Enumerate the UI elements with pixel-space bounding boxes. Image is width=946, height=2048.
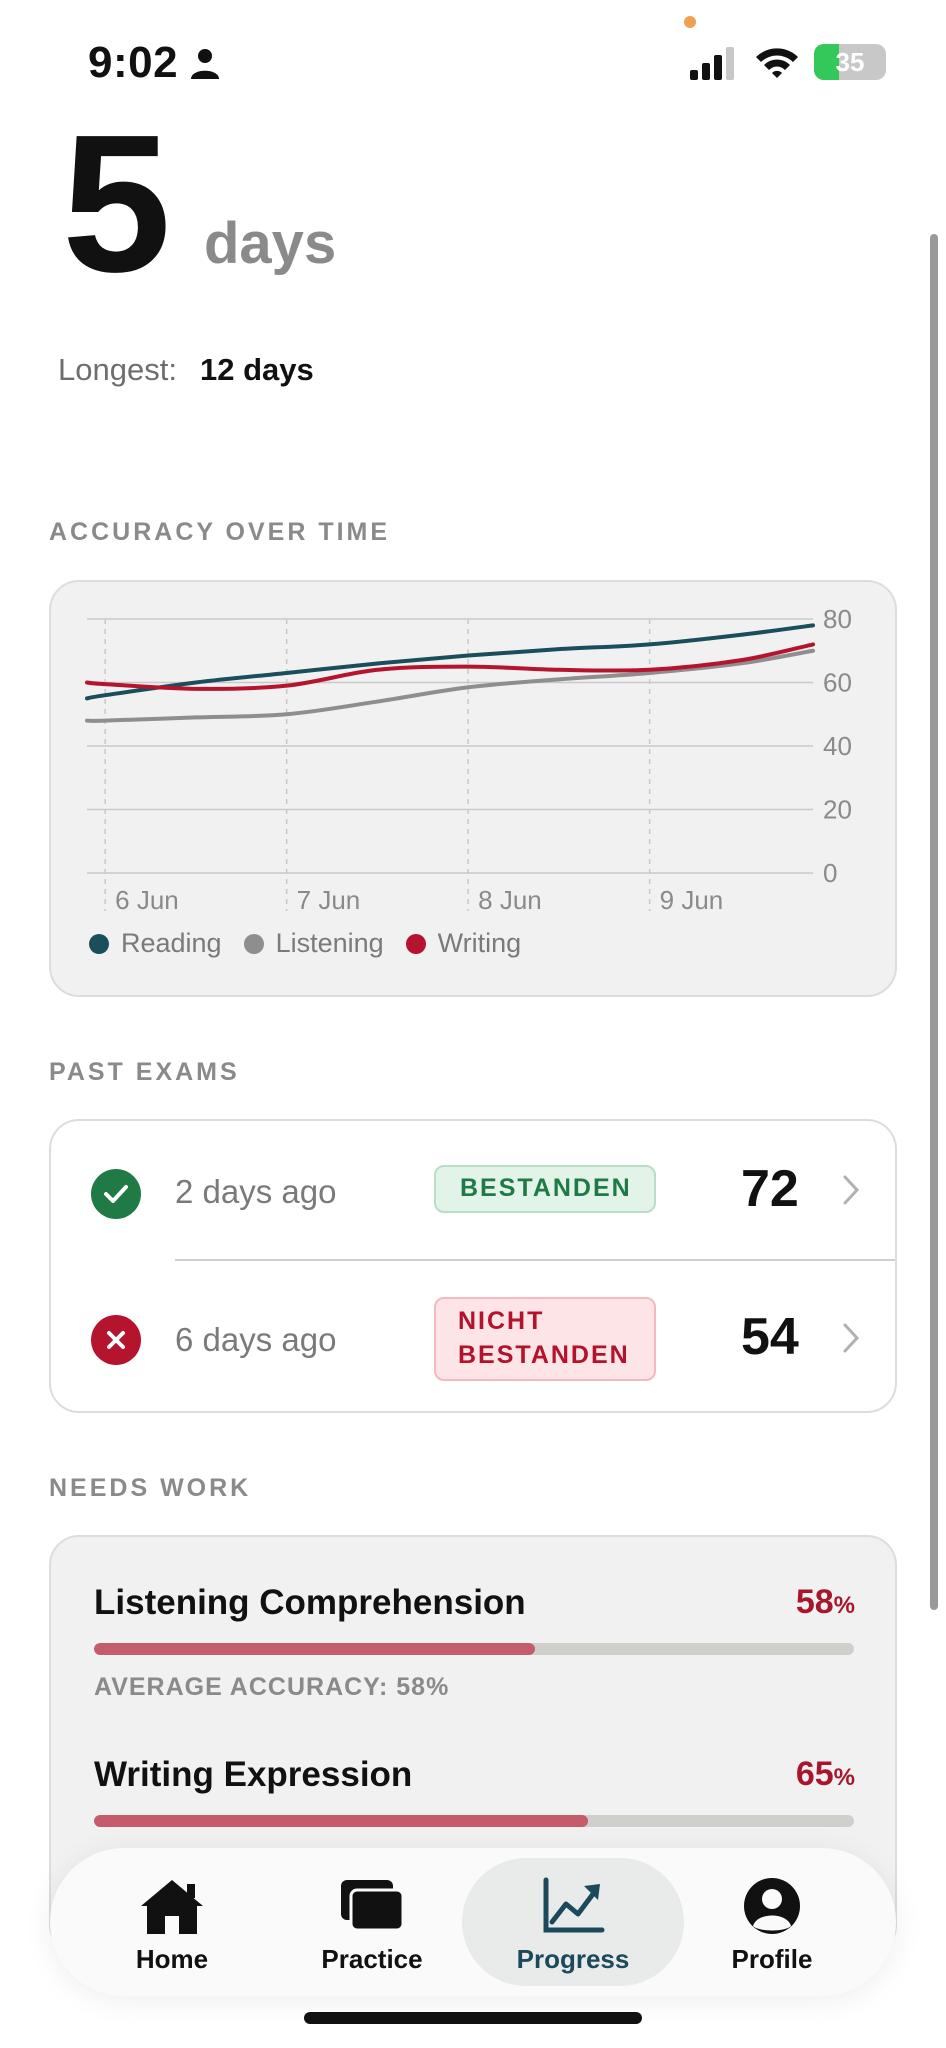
longest-streak-value: 12 days [200, 352, 314, 387]
wifi-icon [756, 48, 798, 78]
y-tick-label: 80 [823, 604, 852, 634]
cellular-signal-icon [690, 47, 734, 80]
chart-legend: Reading Listening Writing [89, 928, 543, 959]
past-exams-section-label: PAST EXAMS [49, 1058, 240, 1086]
legend-label: Listening [275, 928, 384, 958]
legend-item-reading: Reading [89, 928, 222, 959]
badge-text-line1: NICHT [458, 1307, 545, 1336]
profile-icon [744, 1878, 800, 1934]
skill-progress-fill [94, 1815, 588, 1827]
legend-dot-listening [243, 933, 264, 954]
nav-label: Progress [516, 1944, 630, 1974]
nav-label: Profile [731, 1944, 813, 1974]
nav-item-home[interactable]: Home [72, 1848, 272, 1996]
skill-percentage: 65% [795, 1755, 855, 1793]
nav-label: Home [135, 1944, 209, 1974]
status-time: 9:02 [88, 38, 179, 87]
nav-item-progress[interactable]: Progress [473, 1848, 673, 1996]
skill-name: Writing Expression [94, 1755, 413, 1794]
y-tick-label: 20 [823, 795, 852, 825]
skill-percentage: 58% [795, 1583, 855, 1621]
exam-score: 54 [741, 1308, 799, 1366]
status-badge-failed: NICHT BESTANDEN [434, 1297, 656, 1381]
y-tick-label: 40 [823, 731, 852, 761]
skill-caption: AVERAGE ACCURACY: 58% [94, 1673, 450, 1701]
practice-icon [341, 1880, 405, 1932]
exam-row[interactable]: 6 days ago NICHT BESTANDEN 54 [51, 1267, 895, 1413]
nav-item-profile[interactable]: Profile [672, 1848, 872, 1996]
longest-streak-label: Longest: [58, 352, 177, 387]
exam-score: 72 [741, 1160, 799, 1218]
accuracy-chart-card: 0 20 40 60 80 6 Jun 7 Jun 8 Jun 9 Jun Reading Li… [49, 580, 897, 997]
home-icon [141, 1880, 203, 1934]
skill-progress-bar [94, 1815, 854, 1827]
privacy-indicator-dot [684, 16, 696, 28]
passed-check-icon [91, 1169, 141, 1219]
x-tick-label: 8 Jun [478, 885, 542, 915]
nav-label: Practice [321, 1944, 423, 1974]
chevron-right-icon [843, 1323, 860, 1353]
legend-label: Writing [437, 928, 522, 958]
skill-name: Listening Comprehension [94, 1583, 526, 1622]
streak-count: 5 [62, 94, 171, 313]
nav-item-practice[interactable]: Practice [272, 1848, 472, 1996]
exam-date: 6 days ago [175, 1321, 337, 1358]
skill-progress-bar [94, 1643, 854, 1655]
x-tick-label: 6 Jun [115, 885, 179, 915]
chevron-right-icon [843, 1175, 860, 1205]
x-tick-label: 7 Jun [297, 885, 361, 915]
y-tick-label: 60 [823, 668, 852, 698]
legend-item-listening: Listening [243, 928, 384, 959]
failed-x-icon [91, 1315, 141, 1365]
exam-date: 2 days ago [175, 1173, 337, 1210]
legend-label: Reading [121, 928, 222, 958]
battery-indicator: 35 [814, 44, 886, 80]
accuracy-section-label: ACCURACY OVER TIME [49, 518, 391, 546]
y-tick-label: 0 [823, 858, 837, 888]
exam-divider [175, 1259, 895, 1261]
past-exams-card: 2 days ago BESTANDEN 72 6 days ago NICHT… [49, 1119, 897, 1413]
exam-row[interactable]: 2 days ago BESTANDEN 72 [51, 1121, 895, 1267]
badge-text-line2: BESTANDEN [458, 1341, 630, 1369]
legend-item-writing: Writing [405, 928, 522, 959]
progress-chart-icon [543, 1877, 605, 1933]
legend-dot-writing [405, 933, 426, 954]
battery-percentage: 35 [835, 46, 865, 77]
badge-text: BESTANDEN [460, 1174, 632, 1203]
status-badge-passed: BESTANDEN [434, 1165, 656, 1213]
legend-dot-reading [89, 933, 109, 954]
skill-progress-fill [94, 1643, 535, 1655]
person-icon [191, 49, 219, 79]
home-indicator[interactable] [304, 2012, 642, 2024]
scrollbar[interactable] [930, 234, 938, 1610]
x-tick-label: 9 Jun [660, 885, 724, 915]
streak-unit: days [204, 211, 337, 276]
bottom-navigation: Home Practice Progress Profile [50, 1848, 896, 1996]
series-line-listening [85, 648, 815, 723]
needs-work-section-label: NEEDS WORK [49, 1474, 252, 1502]
